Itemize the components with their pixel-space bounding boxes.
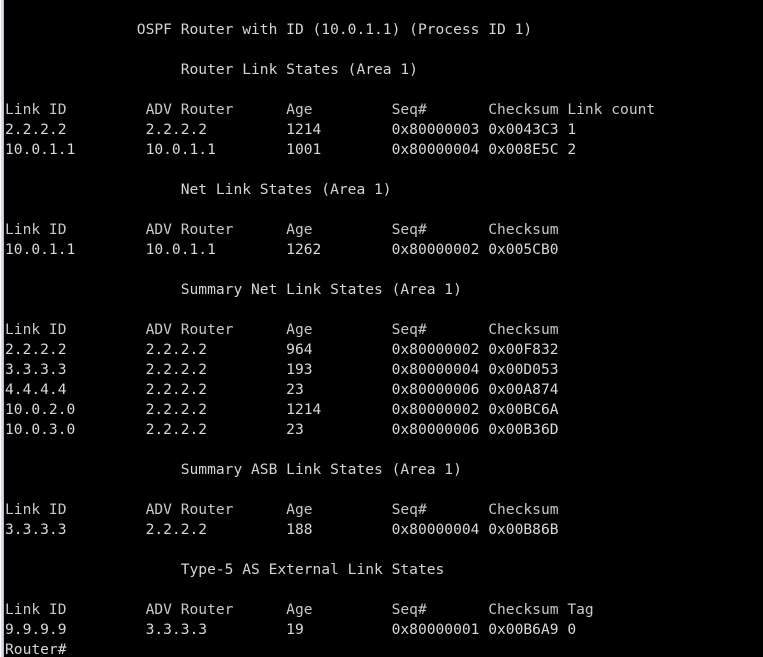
- shell-prompt[interactable]: Router#: [5, 640, 67, 657]
- column-header-net-link-states: Link ID ADV Router Age Seq# Checksum: [5, 221, 559, 238]
- table-row: 2.2.2.2 2.2.2.2 1214 0x80000003 0x0043C3…: [5, 121, 577, 138]
- table-row: 3.3.3.3 2.2.2.2 193 0x80000004 0x00D053: [5, 361, 559, 378]
- ospf-router-header-line: OSPF Router with ID (10.0.1.1) (Process …: [5, 21, 533, 38]
- column-header-summary-asb-link-states: Link ID ADV Router Age Seq# Checksum: [5, 501, 559, 518]
- terminal-window: OSPF Router with ID (10.0.1.1) (Process …: [0, 0, 763, 657]
- table-row: 2.2.2.2 2.2.2.2 964 0x80000002 0x00F832: [5, 341, 559, 358]
- terminal-screen[interactable]: OSPF Router with ID (10.0.1.1) (Process …: [5, 0, 763, 657]
- section-title-net-link-states: Net Link States (Area 1): [5, 181, 392, 198]
- section-title-type5-as-external-link-states: Type-5 AS External Link States: [5, 561, 445, 578]
- column-header-router-link-states: Link ID ADV Router Age Seq# Checksum Lin…: [5, 101, 656, 118]
- column-header-summary-net-link-states: Link ID ADV Router Age Seq# Checksum: [5, 321, 559, 338]
- table-row: 10.0.1.1 10.0.1.1 1262 0x80000002 0x005C…: [5, 241, 559, 258]
- table-row: 10.0.3.0 2.2.2.2 23 0x80000006 0x00B36D: [5, 421, 559, 438]
- table-row: 3.3.3.3 2.2.2.2 188 0x80000004 0x00B86B: [5, 521, 559, 538]
- column-header-type5-as-external-link-states: Link ID ADV Router Age Seq# Checksum Tag: [5, 601, 594, 618]
- section-title-summary-net-link-states: Summary Net Link States (Area 1): [5, 281, 462, 298]
- table-row: 4.4.4.4 2.2.2.2 23 0x80000006 0x00A874: [5, 381, 559, 398]
- section-title-router-link-states: Router Link States (Area 1): [5, 61, 418, 78]
- table-row: 10.0.2.0 2.2.2.2 1214 0x80000002 0x00BC6…: [5, 401, 559, 418]
- section-title-summary-asb-link-states: Summary ASB Link States (Area 1): [5, 461, 462, 478]
- table-row: 10.0.1.1 10.0.1.1 1001 0x80000004 0x008E…: [5, 141, 577, 158]
- table-row: 9.9.9.9 3.3.3.3 19 0x80000001 0x00B6A9 0: [5, 621, 577, 638]
